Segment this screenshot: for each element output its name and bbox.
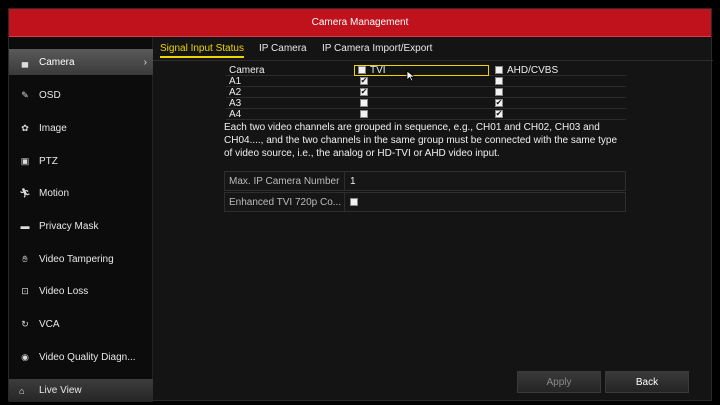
- table-row: A1 ✔: [226, 76, 626, 87]
- table-header: Camera TVI AHD/CVBS: [226, 64, 626, 76]
- ahd-checkbox[interactable]: [495, 77, 503, 85]
- home-icon: ⌂: [19, 385, 25, 396]
- table-row: A2 ✔: [226, 87, 626, 98]
- sidebar-item-osd[interactable]: ✎ OSD: [9, 82, 153, 108]
- tvi-column-header[interactable]: TVI: [354, 64, 489, 76]
- enhanced-tvi-checkbox[interactable]: [350, 198, 358, 206]
- back-button[interactable]: Back: [605, 371, 689, 393]
- sidebar: ▄ Camera › ✎ OSD ✿ Image ▣ PTZ 🏃︎ Motion…: [9, 37, 153, 402]
- row-label: A3: [229, 97, 242, 109]
- ahd-header-label: AHD/CVBS: [507, 64, 559, 76]
- table-row: A4 ✔: [226, 109, 626, 120]
- row-label: A2: [229, 86, 242, 98]
- ahd-checkbox[interactable]: ✔: [495, 110, 503, 118]
- ahd-checkbox[interactable]: [495, 88, 503, 96]
- tab-bar: Signal Input Status IP Camera IP Camera …: [153, 37, 713, 61]
- sidebar-item-label: Image: [39, 122, 67, 134]
- privacy-mask-icon: ▬: [20, 221, 30, 231]
- enhanced-tvi-value: [350, 193, 358, 211]
- tvi-select-all-checkbox[interactable]: [358, 66, 366, 74]
- sidebar-item-video-quality-diagnostics[interactable]: ◉ Video Quality Diagn...: [9, 344, 153, 370]
- sidebar-item-ptz[interactable]: ▣ PTZ: [9, 148, 153, 174]
- sidebar-item-label: OSD: [39, 89, 61, 101]
- live-view-button[interactable]: ⌂ Live View: [9, 379, 153, 402]
- sidebar-item-label: Video Tampering: [39, 253, 114, 265]
- tvi-header-label: TVI: [370, 64, 386, 76]
- sidebar-item-label: Motion: [39, 187, 70, 199]
- signal-input-table: Camera TVI AHD/CVBS A1 ✔ A2 ✔ A3 ✔ A4 ✔: [226, 64, 626, 121]
- motion-icon: 🏃︎: [19, 187, 31, 198]
- sidebar-item-label: Video Quality Diagn...: [39, 351, 136, 363]
- sidebar-item-video-tampering[interactable]: ✋︎ Video Tampering: [9, 246, 153, 272]
- sidebar-item-image[interactable]: ✿ Image: [9, 115, 153, 141]
- max-ip-camera-label: Max. IP Camera Number: [225, 172, 345, 190]
- grouping-note: Each two video channels are grouped in s…: [224, 122, 618, 159]
- window-title: Camera Management: [9, 9, 711, 37]
- sidebar-item-motion[interactable]: 🏃︎ Motion: [9, 180, 153, 206]
- live-view-label: Live View: [39, 385, 82, 396]
- pencil-icon: ✎: [21, 89, 29, 100]
- tvi-checkbox[interactable]: [360, 99, 368, 107]
- enhanced-tvi-field: Enhanced TVI 720p Co...: [224, 192, 626, 212]
- ahd-select-all-checkbox[interactable]: [495, 66, 503, 74]
- sidebar-item-vca[interactable]: ↻ VCA: [9, 311, 153, 337]
- row-label: A4: [229, 108, 242, 120]
- tab-signal-input-status[interactable]: Signal Input Status: [160, 43, 244, 58]
- tvi-checkbox[interactable]: ✔: [360, 77, 368, 85]
- tab-ip-camera[interactable]: IP Camera: [259, 43, 307, 54]
- camera-icon: ▄: [21, 57, 29, 67]
- hand-icon: ✋︎: [22, 253, 28, 264]
- vca-icon: ↻: [21, 318, 29, 329]
- diagnostic-icon: ◉: [21, 351, 29, 362]
- sidebar-item-label: VCA: [39, 318, 60, 330]
- image-icon: ✿: [21, 122, 29, 133]
- header-camera-label: Camera: [229, 64, 265, 76]
- enhanced-tvi-label: Enhanced TVI 720p Co...: [225, 193, 345, 211]
- table-row: A3 ✔: [226, 98, 626, 109]
- sidebar-item-camera[interactable]: ▄ Camera ›: [9, 49, 153, 75]
- sidebar-item-privacy-mask[interactable]: ▬ Privacy Mask: [9, 213, 153, 239]
- sidebar-item-label: Video Loss: [39, 285, 89, 297]
- ptz-icon: ▣: [20, 155, 30, 166]
- sidebar-item-video-loss[interactable]: ⊡ Video Loss: [9, 278, 153, 304]
- chevron-right-icon: ›: [143, 56, 147, 68]
- video-loss-icon: ⊡: [21, 285, 29, 296]
- sidebar-item-label: PTZ: [39, 155, 58, 167]
- max-ip-camera-value: 1: [350, 175, 356, 187]
- row-label: A1: [229, 75, 242, 87]
- tvi-checkbox[interactable]: ✔: [360, 88, 368, 96]
- tvi-checkbox[interactable]: [360, 110, 368, 118]
- sidebar-item-label: Privacy Mask: [39, 220, 99, 232]
- tab-ip-camera-import-export[interactable]: IP Camera Import/Export: [322, 43, 432, 54]
- max-ip-camera-field: Max. IP Camera Number 1: [224, 171, 626, 191]
- ahd-checkbox[interactable]: ✔: [495, 99, 503, 107]
- apply-button[interactable]: Apply: [517, 371, 601, 393]
- sidebar-item-label: Camera: [39, 56, 75, 68]
- ahd-column-header[interactable]: AHD/CVBS: [492, 65, 625, 76]
- mouse-cursor-icon: [406, 70, 416, 82]
